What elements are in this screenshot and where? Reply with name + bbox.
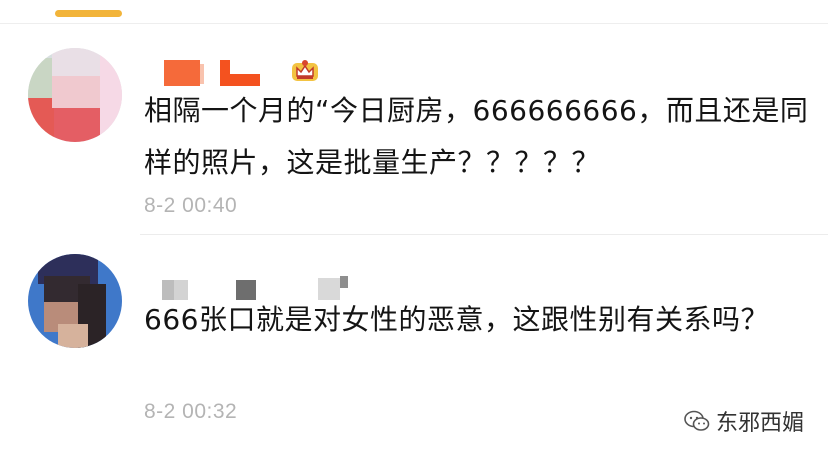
- comment-text: 相隔一个月的“今日厨房，666666666，而且还是同样的照片，这是批量生产？？…: [144, 94, 809, 179]
- avatar[interactable]: [28, 48, 122, 142]
- crown-icon: [292, 60, 318, 81]
- comment-timestamp: 8-2 00:40: [144, 194, 238, 217]
- wechat-icon: [684, 410, 710, 431]
- comment-divider: [140, 234, 828, 235]
- watermark: 东邪西媚: [684, 405, 804, 437]
- tab-indicator: [55, 10, 122, 17]
- comment-item: 相隔一个月的“今日厨房，666666666，而且还是同样的照片，这是批量生产？？…: [0, 24, 828, 234]
- comment-text: 666张口就是对女性的恶意，这跟性别有关系吗？: [144, 303, 769, 336]
- avatar[interactable]: [28, 254, 122, 348]
- comment-timestamp: 8-2 00:32: [144, 400, 238, 423]
- watermark-text: 东邪西媚: [715, 411, 804, 436]
